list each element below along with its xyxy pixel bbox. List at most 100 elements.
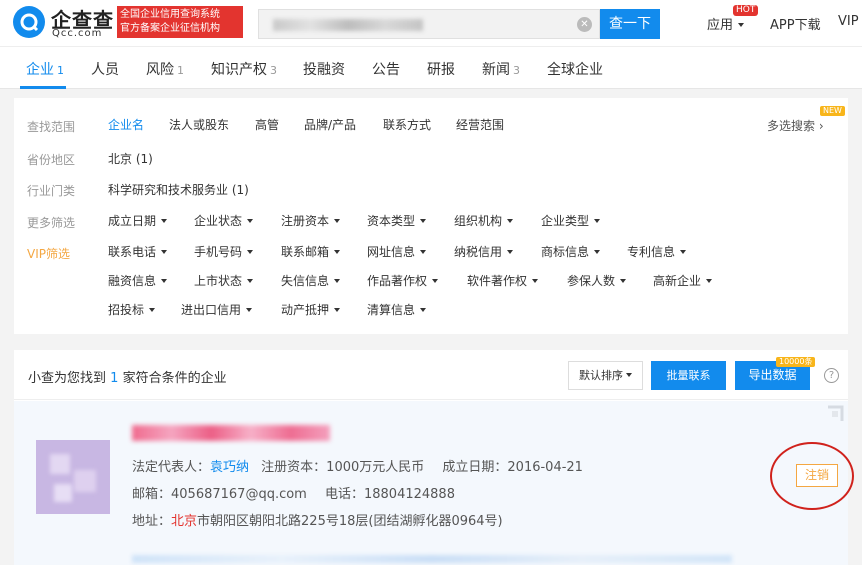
dropdown-label: 进出口信用 — [181, 303, 242, 317]
dropdown-label: 高新企业 — [653, 274, 702, 288]
tab-label: 全球企业 — [547, 62, 603, 78]
dropdown-label: 参保人数 — [567, 274, 616, 288]
vip-filter-mobile[interactable]: 手机号码 — [194, 243, 254, 260]
tab-people[interactable]: 人员 — [91, 59, 122, 79]
vip-filter-trademark[interactable]: 商标信息 — [541, 243, 601, 260]
filter-dropdown-capital-type[interactable]: 资本类型 — [367, 212, 427, 229]
search-button[interactable]: 查一下 — [600, 9, 660, 39]
tab-risk[interactable]: 风险 1 — [146, 59, 184, 79]
vip-filter-dishonest[interactable]: 失信信息 — [281, 272, 341, 289]
tab-ip[interactable]: 知识产权 3 — [211, 59, 277, 79]
new-badge: NEW — [820, 106, 845, 116]
chevron-down-icon — [738, 23, 745, 27]
nav-app-download[interactable]: APP下载 — [770, 14, 821, 33]
vip-filter-patent[interactable]: 专利信息 — [627, 243, 687, 260]
dropdown-label: 企业状态 — [194, 214, 243, 228]
vip-filter-insured[interactable]: 参保人数 — [567, 272, 627, 289]
vip-filter-listing[interactable]: 上市状态 — [194, 272, 254, 289]
slogan-line-2: 官方备案企业征信机构 — [120, 23, 220, 34]
batch-contact-button[interactable]: 批量联系 — [651, 361, 726, 390]
dropdown-label: 动产抵押 — [281, 303, 330, 317]
filter-label-vip: VIP筛选 — [27, 247, 70, 261]
logo-blur-block — [50, 454, 70, 474]
tab-news[interactable]: 新闻 3 — [482, 59, 520, 79]
tab-count: 1 — [177, 64, 184, 77]
clear-search-icon[interactable]: ✕ — [577, 17, 592, 32]
tab-global[interactable]: 全球企业 — [547, 59, 606, 79]
vip-filter-phone[interactable]: 联系电话 — [108, 243, 168, 260]
dropdown-label: 注册资本 — [281, 214, 330, 228]
vip-filter-website[interactable]: 网址信息 — [367, 243, 427, 260]
company-info-line-1: 法定代表人：袁巧纳 注册资本：1000万元人民币 成立日期：2016-04-21 — [132, 456, 583, 475]
results-header: 小查为您找到 1 家符合条件的企业 默认排序 批量联系 导出数据 10000条 … — [14, 350, 848, 400]
dropdown-label: 成立日期 — [108, 214, 157, 228]
summary-prefix: 小查为您找到 — [28, 371, 107, 386]
sort-dropdown[interactable]: 默认排序 — [568, 361, 643, 390]
company-name-blurred[interactable] — [132, 425, 330, 441]
vip-filter-liquidation[interactable]: 清算信息 — [367, 301, 427, 318]
corner-qrcode-icon[interactable] — [822, 405, 844, 427]
filter-scope-option[interactable]: 法人或股东 — [169, 116, 229, 133]
chevron-down-icon — [420, 219, 427, 223]
dropdown-label: 商标信息 — [541, 245, 590, 259]
tab-report[interactable]: 研报 — [427, 59, 458, 79]
next-row-blurred — [132, 555, 732, 563]
tab-investment[interactable]: 投融资 — [303, 59, 348, 79]
dropdown-label: 资本类型 — [367, 214, 416, 228]
results-count: 1 — [110, 371, 119, 386]
filter-industry-option[interactable]: 科学研究和技术服务业 (1) — [108, 181, 249, 198]
filter-region-option[interactable]: 北京 (1) — [108, 150, 153, 167]
tab-label: 研报 — [427, 62, 455, 78]
filter-label-more: 更多筛选 — [27, 216, 76, 230]
filter-label-scope: 查找范围 — [27, 120, 76, 134]
tab-announcement[interactable]: 公告 — [372, 59, 403, 79]
vip-filter-chattel-mortgage[interactable]: 动产抵押 — [281, 301, 341, 318]
vip-filter-financing[interactable]: 融资信息 — [108, 272, 168, 289]
dropdown-label: 融资信息 — [108, 274, 157, 288]
filter-scope-option[interactable]: 企业名 — [108, 116, 144, 133]
chevron-down-icon — [420, 308, 427, 312]
legal-rep-link[interactable]: 袁巧纳 — [210, 460, 249, 475]
search-input[interactable]: ✕ — [258, 9, 600, 39]
filter-panel: 查找范围 企业名 法人或股东 高管 品牌/产品 联系方式 经营范围 多选搜索 ›… — [14, 98, 848, 334]
chevron-down-icon — [706, 279, 713, 283]
filter-dropdown-organization[interactable]: 组织机构 — [454, 212, 514, 229]
multi-select-search-button[interactable]: 多选搜索 › — [767, 117, 824, 134]
filter-dropdown-capital[interactable]: 注册资本 — [281, 212, 341, 229]
chevron-down-icon — [247, 219, 254, 223]
dropdown-label: 上市状态 — [194, 274, 243, 288]
filter-scope-option[interactable]: 高管 — [255, 116, 279, 133]
vip-filter-email[interactable]: 联系邮箱 — [281, 243, 341, 260]
tab-count: 1 — [57, 64, 64, 77]
vip-filter-software-copyright[interactable]: 软件著作权 — [467, 272, 539, 289]
tab-company[interactable]: 企业 1 — [26, 59, 64, 79]
chevron-down-icon — [620, 279, 627, 283]
vip-filter-high-tech[interactable]: 高新企业 — [653, 272, 713, 289]
chevron-down-icon — [594, 219, 601, 223]
dropdown-label: 软件著作权 — [467, 274, 528, 288]
chevron-down-icon — [161, 250, 168, 254]
filter-label-region: 省份地区 — [27, 153, 76, 167]
filter-scope-option[interactable]: 联系方式 — [383, 116, 431, 133]
nav-app-menu[interactable]: 应用 — [707, 14, 745, 33]
nav-vip[interactable]: VIP — [838, 14, 859, 29]
chevron-down-icon — [594, 250, 601, 254]
filter-dropdown-founded[interactable]: 成立日期 — [108, 212, 168, 229]
results-panel: 小查为您找到 1 家符合条件的企业 默认排序 批量联系 导出数据 10000条 … — [14, 350, 854, 565]
company-result-card[interactable]: 法定代表人：袁巧纳 注册资本：1000万元人民币 成立日期：2016-04-21… — [14, 401, 854, 565]
results-summary: 小查为您找到 1 家符合条件的企业 — [28, 367, 227, 386]
filter-scope-option[interactable]: 经营范围 — [456, 116, 504, 133]
qcc-logo-icon[interactable] — [13, 6, 45, 38]
vip-filter-copyright[interactable]: 作品著作权 — [367, 272, 439, 289]
dropdown-label: 联系电话 — [108, 245, 157, 259]
filter-scope-option[interactable]: 品牌/产品 — [304, 116, 356, 133]
help-icon[interactable]: ? — [824, 368, 839, 383]
vip-filter-tax-credit[interactable]: 纳税信用 — [454, 243, 514, 260]
top-header: 企查查 Qcc.com 全国企业信用查询系统 官方备案企业征信机构 ✕ 查一下 … — [0, 0, 862, 46]
vip-filter-import-export[interactable]: 进出口信用 — [181, 301, 253, 318]
filter-dropdown-company-type[interactable]: 企业类型 — [541, 212, 601, 229]
vip-filter-bidding[interactable]: 招投标 — [108, 301, 156, 318]
filter-dropdown-status[interactable]: 企业状态 — [194, 212, 254, 229]
founded-date: 成立日期：2016-04-21 — [442, 460, 583, 475]
registered-capital: 注册资本：1000万元人民币 — [261, 460, 425, 475]
